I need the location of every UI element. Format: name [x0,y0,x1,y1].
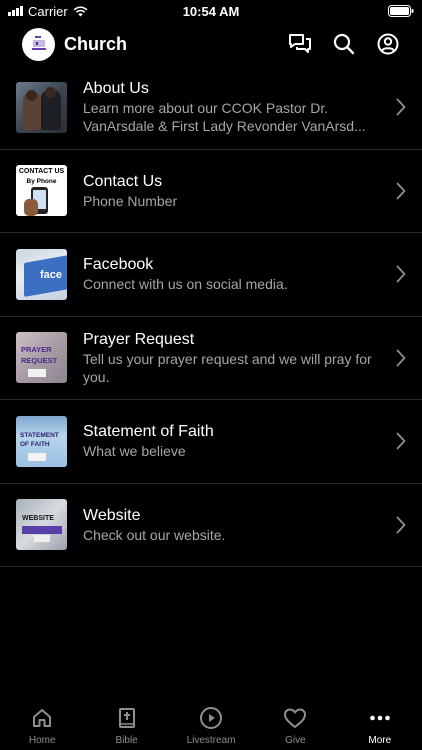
tab-label: Give [285,735,306,746]
list-item-text: Website Check out our website. [83,506,383,544]
thumb-text: WEBSITE [22,515,54,523]
website-thumbnail: WEBSITE [16,499,67,551]
thumb-text: REQUEST [21,356,58,366]
account-icon[interactable] [376,32,400,56]
chevron-right-icon [396,516,406,534]
list-item-title: Statement of Faith [83,423,214,441]
list-item-subtitle: Tell us your prayer request and we will … [83,350,372,385]
chevron-right-icon [396,98,406,116]
list-item-text: Statement of Faith What we believe [83,422,383,460]
list-item-title: Contact Us [83,172,163,190]
list-item-subtitle: Check out our website. [83,526,226,543]
list-item-title: About Us [83,80,149,98]
tab-label: Home [28,735,56,746]
battery-icon [388,5,414,17]
list-item-contact-us[interactable]: CONTACT US By Phone Contact Us Phone Num… [0,150,422,233]
tab-label: More [368,735,392,746]
tab-more[interactable]: More [338,700,422,750]
list-item-subtitle: What we believe [83,443,186,460]
list-item-text: Facebook Connect with us on social media… [83,255,383,293]
chevron-right-icon [396,265,406,283]
list-item-subtitle: Learn more about our CCOK Pastor Dr. Van… [83,100,366,135]
more-icon [367,705,393,731]
list-item-title: Facebook [83,256,154,274]
chevron-right-icon [396,349,406,367]
header-actions [288,32,400,56]
list-item-subtitle: Connect with us on social media. [83,276,288,293]
list-item-statement-of-faith[interactable]: STATEMENT OF FAITH Statement of Faith Wh… [0,400,422,484]
home-icon [29,705,55,731]
tab-bible[interactable]: Bible [84,700,168,750]
thumb-text: OF FAITH [20,440,50,448]
tab-label: Livestream [186,735,236,746]
facebook-thumbnail: face [16,248,67,300]
list-item-subtitle: Phone Number [83,192,178,209]
play-circle-icon [198,705,224,731]
messages-icon[interactable] [288,32,312,56]
screen: Carrier 10:54 AM Church About Us Learn m… [0,0,422,750]
list-item-text: Prayer Request Tell us your prayer reque… [83,330,383,386]
thumb-text: CONTACT US [18,168,65,176]
statement-of-faith-thumbnail: STATEMENT OF FAITH [16,415,67,467]
contact-us-thumbnail: CONTACT US By Phone [16,165,67,217]
tab-home[interactable]: Home [0,700,84,750]
list-item-prayer-request[interactable]: PRAYER REQUEST Prayer Request Tell us yo… [0,317,422,400]
about-us-thumbnail [16,81,67,133]
tab-livestream[interactable]: Livestream [169,700,253,750]
status-left: Carrier [8,4,88,19]
bible-icon [114,705,140,731]
list-item-website[interactable]: WEBSITE Website Check out our website. [0,484,422,567]
menu-list: About Us Learn more about our CCOK Pasto… [0,66,422,567]
list-item-about-us[interactable]: About Us Learn more about our CCOK Pasto… [0,66,422,150]
heart-icon [282,705,308,731]
search-icon[interactable] [332,32,356,56]
tab-give[interactable]: Give [253,700,337,750]
list-item-title: Prayer Request [83,330,195,348]
header: Church [0,22,422,66]
chevron-right-icon [396,182,406,200]
status-bar: Carrier 10:54 AM [0,0,422,22]
thumb-text: PRAYER [21,345,52,355]
status-right [388,5,414,17]
tab-bar: Home Bible Livestream Give More [0,700,422,750]
signal-icon [8,6,23,16]
chevron-right-icon [396,432,406,450]
header-title: Church [64,33,127,54]
carrier-label: Carrier [28,3,68,19]
prayer-request-thumbnail: PRAYER REQUEST [16,332,67,384]
list-item-text: About Us Learn more about our CCOK Pasto… [83,79,383,135]
wifi-icon [73,5,88,16]
list-item-title: Website [83,506,141,524]
thumb-text: By Phone [26,178,57,186]
tab-label: Bible [115,735,138,746]
church-logo[interactable] [22,27,55,61]
list-item-text: Contact Us Phone Number [83,172,383,210]
list-item-facebook[interactable]: face Facebook Connect with us on social … [0,233,422,317]
thumb-text: face [40,268,63,281]
thumb-text: STATEMENT [20,431,59,439]
